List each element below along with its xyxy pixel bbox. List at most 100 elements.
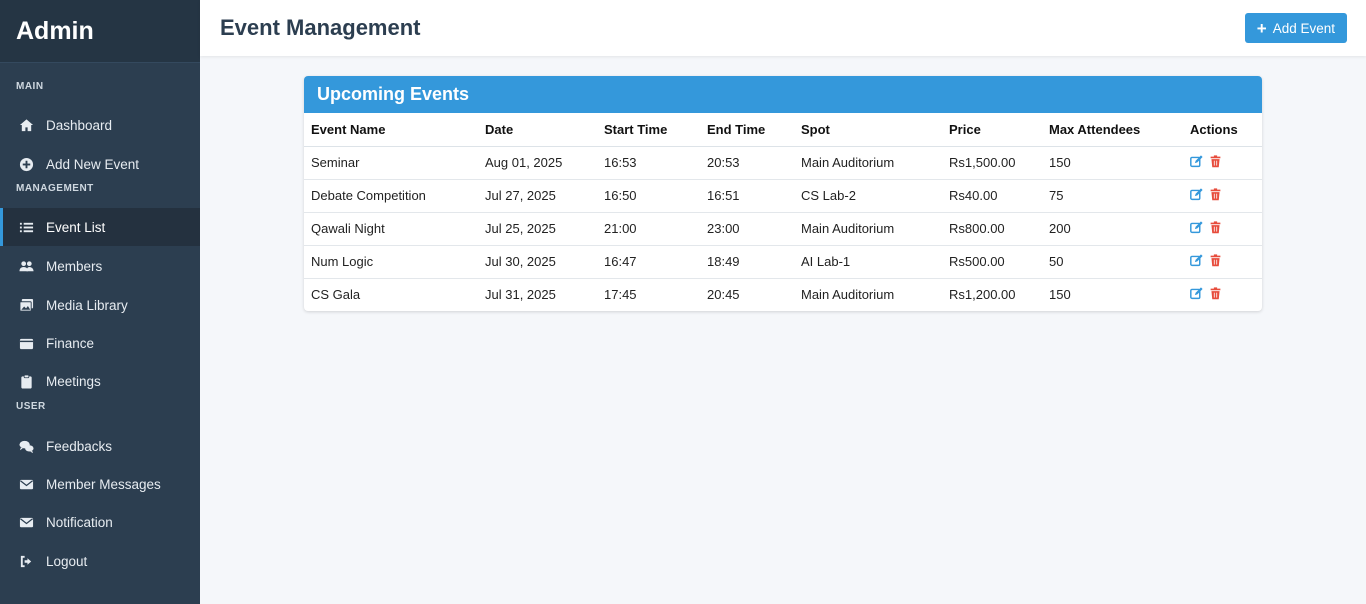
max-attendees-cell: 150 [1042,146,1183,180]
date-cell: Jul 31, 2025 [485,287,556,303]
sign-out-icon [18,553,34,569]
sidebar-item-logout[interactable]: Logout [0,542,200,580]
edit-icon[interactable] [1190,154,1203,168]
column-header: Actions [1183,113,1262,147]
add-event-label: Add Event [1272,20,1335,36]
event-name-cell: CS Gala [311,287,361,303]
section-label-management: MANAGEMENT [16,183,94,194]
upcoming-events-card: Upcoming Events Event Name Date Start Ti… [304,76,1262,311]
column-header: Date [478,113,597,147]
column-header: Max Attendees [1042,113,1183,147]
section-label-main: MAIN [16,81,44,92]
sidebar-item-label: Logout [46,553,88,569]
sidebar-item-label: Finance [46,335,95,351]
sidebar-item-label: Media Library [46,297,128,313]
column-header: End Time [700,113,794,147]
event-name-cell: Debate Competition [304,179,478,213]
sidebar-item-feedbacks[interactable]: Feedbacks [0,427,200,465]
card-title: Upcoming Events [304,76,1262,113]
sidebar-item-label: Notification [46,514,113,530]
spot-cell: Main Auditorium [801,287,895,303]
actions-cell [1183,146,1262,180]
price-cell: Rs800.00 [942,212,1042,246]
column-header: Start Time [597,113,700,147]
price-cell: Rs1,500.00 [942,146,1042,180]
event-name-cell: Seminar [304,146,478,180]
sidebar-item-label: Feedbacks [46,438,113,454]
table-row: Qawali Night Jul 25, 2025 21:00 23:00 Main A… [304,212,1262,246]
event-name-cell: Num Logic [304,245,478,279]
price-cell: Rs40.00 [942,179,1042,213]
sidebar-item-add-new-event[interactable]: Add New Event [0,145,200,183]
edit-icon[interactable] [1190,253,1203,267]
spot-cell: CS Lab-2 [794,179,942,213]
start-time-cell: 17:45 [604,287,637,303]
end-time-cell: 18:49 [700,245,794,279]
end-time-cell: 23:00 [700,212,794,246]
list-icon [18,219,34,235]
sidebar-item-member-messages[interactable]: Member Messages [0,465,200,503]
sidebar: Admin MAIN Dashboard Add New Event MANAG… [0,0,200,604]
start-time-cell: 16:47 [597,245,700,279]
sidebar-item-dashboard[interactable]: Dashboard [0,106,200,144]
end-time-cell: 20:45 [707,287,740,303]
comments-icon [18,438,34,454]
section-label-user: USER [16,401,46,412]
event-name-cell: Qawali Night [304,212,478,246]
wallet-icon [18,335,34,351]
date-cell: Jul 30, 2025 [478,245,597,279]
actions-cell [1183,179,1262,213]
price-cell: Rs1,200.00 [949,287,1016,303]
sidebar-item-label: Meetings [46,373,101,389]
start-time-cell: 16:53 [597,146,700,180]
max-attendees-cell: 50 [1042,245,1183,279]
column-header: Event Name [304,113,478,147]
price-cell: Rs500.00 [942,245,1042,279]
delete-icon[interactable] [1209,253,1222,267]
plus-circle-icon [18,156,34,172]
add-event-button[interactable]: + Add Event [1244,13,1347,43]
envelope-icon [18,476,34,492]
sidebar-item-label: Members [46,258,103,274]
max-attendees-cell: 200 [1042,212,1183,246]
end-time-cell: 20:53 [700,146,794,180]
max-attendees-cell: 75 [1042,179,1183,213]
envelope-icon [18,514,34,530]
edit-icon[interactable] [1190,187,1203,201]
images-icon [18,297,34,313]
delete-icon[interactable] [1209,187,1222,201]
column-header: Spot [794,113,942,147]
sidebar-item-label: Dashboard [46,117,113,133]
start-time-cell: 21:00 [597,212,700,246]
table-row: CS Gala Jul 31, 2025 17:45 20:45 Main Audito… [304,278,1262,311]
start-time-cell: 16:50 [597,179,700,213]
delete-icon[interactable] [1209,154,1222,168]
edit-icon[interactable] [1190,220,1203,234]
events-table: Event Name Date Start Time End Time Spot… [304,113,1262,311]
max-attendees-cell: 150 [1049,287,1071,303]
date-cell: Jul 25, 2025 [478,212,597,246]
sidebar-item-finance[interactable]: Finance [0,324,200,362]
users-icon [18,258,34,274]
actions-cell [1183,245,1262,279]
spot-cell: Main Auditorium [794,146,942,180]
sidebar-item-event-list[interactable]: Event List [0,208,200,246]
sidebar-item-label: Event List [46,219,106,235]
table-row: Num Logic Jul 30, 2025 16:47 18:49 AI Lab-1 R… [304,245,1262,279]
home-icon [18,117,34,133]
sidebar-item-media-library[interactable]: Media Library [0,286,200,324]
date-cell: Jul 27, 2025 [478,179,597,213]
top-bar: Event Management + Add Event [200,0,1366,56]
table-row: Debate Competition Jul 27, 2025 16:50 16:51… [304,179,1262,213]
sidebar-item-label: Member Messages [46,476,161,492]
delete-icon[interactable] [1209,220,1222,234]
edit-icon[interactable] [1190,287,1203,300]
sidebar-item-meetings[interactable]: Meetings [0,362,200,400]
table-header-row: Event Name Date Start Time End Time Spot… [304,113,1262,147]
sidebar-item-label: Add New Event [46,156,140,172]
clipboard-icon [18,373,34,389]
date-cell: Aug 01, 2025 [478,146,597,180]
sidebar-item-notification[interactable]: Notification [0,503,200,541]
sidebar-item-members[interactable]: Members [0,247,200,285]
delete-icon[interactable] [1209,287,1222,300]
